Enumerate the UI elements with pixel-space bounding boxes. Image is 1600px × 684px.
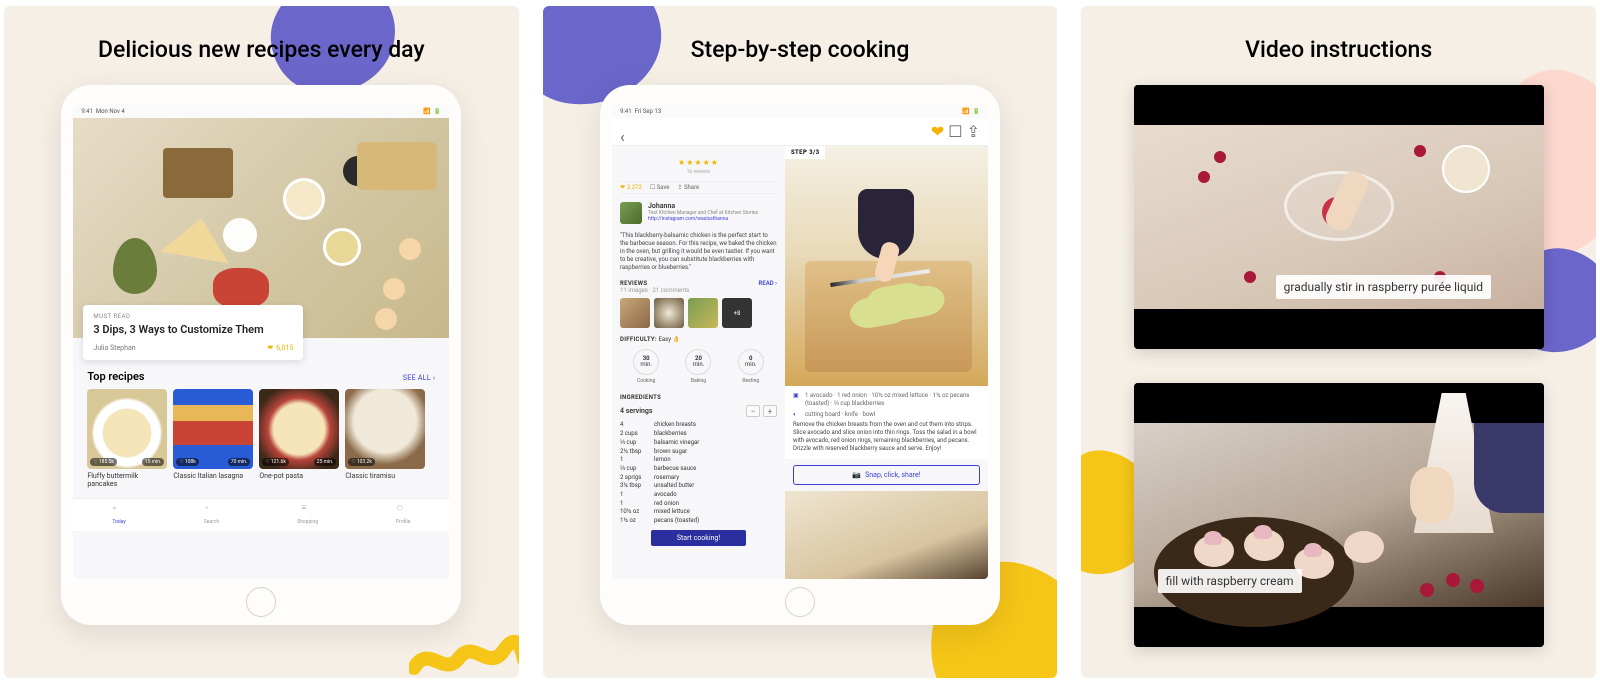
likes-chip: ♡ 185.5k [90, 458, 117, 466]
time-cooking: 30min.Cooking [633, 349, 659, 384]
recipe-card[interactable]: ♡ 108k 70 min. Classic Italian lasagna [173, 389, 253, 488]
tablet-screen: 9:41 Mon Nov 4 📶🔋 [73, 105, 449, 579]
tab-today[interactable]: ⌂Today [112, 505, 125, 525]
rating-count: 16 reviews [620, 169, 777, 175]
read-reviews-link[interactable]: READ › [759, 280, 777, 294]
step-description: ▣1 avocado · 1 red onion · 10½ oz mixed … [785, 386, 988, 459]
author-avatar [620, 202, 642, 224]
topbar-actions: ❤ ☐ ⇪ [931, 122, 980, 141]
hero-card[interactable]: MUST READ 3 Dips, 3 Ways to Customize Th… [83, 305, 303, 360]
step-panel: STEP 3/3 ▣1 avocado · 1 red onion · 10½ … [785, 146, 988, 579]
more-reviews[interactable]: +8 [722, 298, 752, 328]
time-resting: 0min.Resting [738, 349, 764, 384]
recipe-card[interactable]: ♡ 103.2k Classic tiramisu [345, 389, 425, 488]
share-icon[interactable]: ⇪ [967, 122, 980, 141]
author-name: Johanna [648, 202, 758, 210]
list-icon: ☰ [302, 505, 314, 517]
heart-icon[interactable]: ❤ [931, 122, 944, 141]
panel-video: Video instructions gradually stir in ras… [1081, 6, 1596, 678]
video-thumbnail[interactable]: gradually stir in raspberry purée liquid [1134, 85, 1544, 349]
ingredient-icon: ▣ [793, 392, 801, 408]
time-chip: 15 min. [142, 458, 165, 466]
video-stack: gradually stir in raspberry purée liquid… [1134, 85, 1544, 647]
likes-count[interactable]: ❤ 2,272 [620, 184, 642, 191]
status-bar: 9:41 Mon Nov 4 📶🔋 [73, 105, 449, 118]
home-button[interactable] [246, 587, 276, 617]
top-recipes-list: ♡ 185.5k 15 min. Fluffy buttermilk panca… [73, 389, 449, 488]
panel-recipes: Delicious new recipes every day 9:41 Mon… [4, 6, 519, 678]
top-recipes-heading: Top recipes [87, 370, 144, 383]
home-button[interactable] [785, 587, 815, 617]
tab-shopping[interactable]: ☰Shopping [297, 505, 318, 525]
review-thumbs[interactable]: +8 [620, 298, 777, 328]
status-bar: 9:41 Fri Sep 13 📶🔋 [612, 105, 988, 118]
detail-screen: ★★★★★ 16 reviews ❤ 2,272 ☐ Save ⇪ Share … [612, 146, 988, 579]
servings-minus[interactable]: − [746, 405, 760, 417]
tab-search[interactable]: ⌕Search [204, 505, 219, 525]
servings-plus[interactable]: + [763, 405, 777, 417]
user-icon: ◯ [397, 505, 409, 517]
panel-title: Step-by-step cooking [691, 36, 910, 63]
tablet-device: 9:41 Mon Nov 4 📶🔋 [61, 85, 461, 625]
decor-squiggle-yellow [409, 618, 519, 678]
share-button[interactable]: ⇪ Share [677, 184, 699, 191]
video-caption: fill with raspberry cream [1158, 569, 1302, 593]
ingredients-heading: INGREDIENTS [620, 394, 777, 401]
tablet-device: 9:41 Fri Sep 13 📶🔋 ‹ ❤ ☐ ⇪ ★★★★★ 16 revi… [600, 85, 1000, 625]
servings-row: 4 servings −+ [620, 405, 777, 417]
panel-title: Delicious new recipes every day [98, 36, 425, 63]
hero-tag: MUST READ [93, 313, 293, 320]
time-circles: 30min.Cooking 20min.Baking 0min.Resting [620, 349, 777, 384]
start-cooking-button[interactable]: Start cooking! [651, 530, 745, 546]
hero: MUST READ 3 Dips, 3 Ways to Customize Th… [73, 118, 449, 338]
panel-step-cooking: Step-by-step cooking 9:41 Fri Sep 13 📶🔋 … [543, 6, 1058, 678]
status-icons: 📶🔋 [420, 108, 441, 115]
tablet-screen: 9:41 Fri Sep 13 📶🔋 ‹ ❤ ☐ ⇪ ★★★★★ 16 revi… [612, 105, 988, 579]
recipe-quote: "This blackberry-balsamic chicken is the… [620, 232, 777, 272]
bookmark-icon[interactable]: ☐ [948, 122, 962, 141]
tabbar: ⌂Today ⌕Search ☰Shopping ◯Profile [73, 498, 449, 531]
tab-profile[interactable]: ◯Profile [396, 505, 410, 525]
topbar: ‹ ❤ ☐ ⇪ [612, 118, 988, 146]
step-image: STEP 3/3 [785, 146, 988, 386]
result-photo [785, 491, 988, 580]
save-button[interactable]: ☐ Save [650, 184, 670, 191]
panel-title: Video instructions [1245, 36, 1432, 63]
reviews-header: REVIEWS11 images · 21 comments READ › [620, 280, 777, 294]
snap-share-button[interactable]: 📷Snap, click, share! [793, 465, 980, 485]
recipe-info: ★★★★★ 16 reviews ❤ 2,272 ☐ Save ⇪ Share … [612, 146, 785, 579]
video-caption: gradually stir in raspberry purée liquid [1276, 275, 1491, 299]
author-block[interactable]: Johanna Test Kitchen Manager and Chef at… [620, 202, 777, 224]
ingredients-table: 4chicken breasts 2 cupsblackberries ⅓ cu… [620, 421, 777, 525]
camera-icon: 📷 [852, 471, 861, 479]
hero-author: Julia Stephan [93, 344, 135, 352]
recipe-card[interactable]: ♡ 121.6k 25 min. One-pot pasta [259, 389, 339, 488]
hero-title: 3 Dips, 3 Ways to Customize Them [93, 323, 293, 336]
difficulty: DIFFICULTY: Easy 👌 [620, 336, 777, 343]
meta-row: ❤ 2,272 ☐ Save ⇪ Share [620, 181, 777, 194]
see-all-link[interactable]: SEE ALL › [403, 374, 436, 382]
tools-icon: ◐ [793, 411, 801, 419]
author-link[interactable]: http://instagram.com/wasissthanna [648, 216, 758, 222]
rating-stars[interactable]: ★★★★★ [620, 158, 777, 167]
home-icon: ⌂ [113, 505, 125, 517]
back-icon[interactable]: ‹ [620, 127, 630, 137]
recipe-card[interactable]: ♡ 185.5k 15 min. Fluffy buttermilk panca… [87, 389, 167, 488]
video-thumbnail[interactable]: fill with raspberry cream [1134, 383, 1544, 647]
search-icon: ⌕ [205, 505, 217, 517]
hero-likes: ❤ 6,015 [267, 344, 293, 352]
time-baking: 20min.Baking [685, 349, 711, 384]
